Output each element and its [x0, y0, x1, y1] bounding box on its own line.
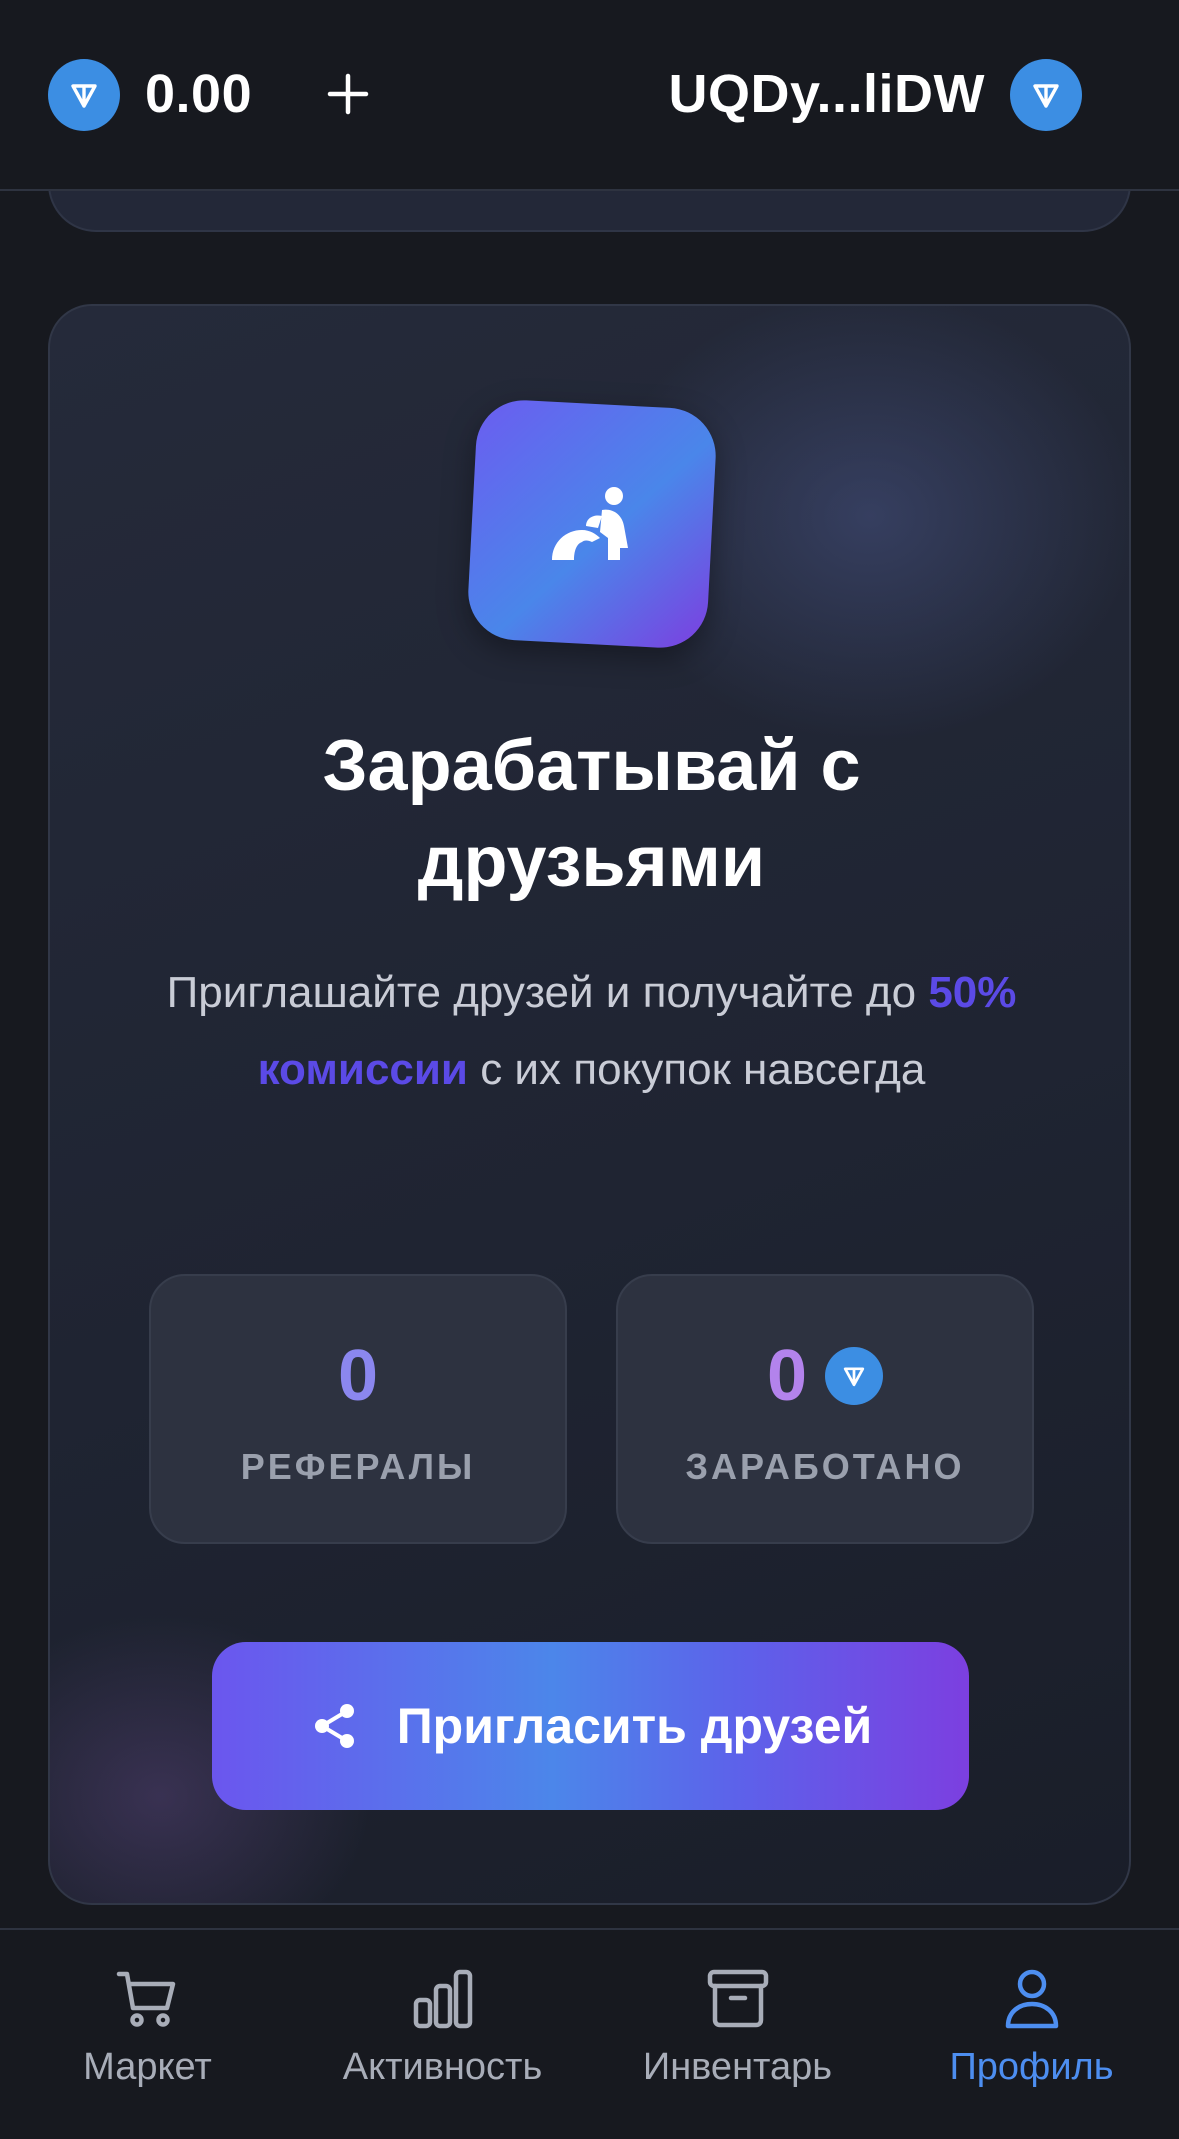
referral-hero-icon [465, 397, 719, 651]
invite-friends-button[interactable]: Пригласить друзей [212, 1642, 969, 1810]
balance-amount: 0.00 [145, 64, 253, 124]
wallet-address[interactable]: UQDy...liDW [668, 58, 985, 130]
nav-item-market[interactable]: Маркет [0, 1930, 295, 2139]
description-text-end: с их покупок навсегда [467, 1045, 926, 1094]
invite-button-label: Пригласить друзей [396, 1698, 873, 1754]
nav-item-activity[interactable]: Активность [295, 1930, 590, 2139]
bar-chart-icon [413, 1969, 472, 2029]
description-text-start: Приглашайте друзей и получайте до [166, 968, 929, 1017]
referral-card: Зарабатывай с друзьями Приглашайте друзе… [48, 304, 1131, 1905]
nav-label-inventory: Инвентарь [642, 2046, 833, 2088]
nav-item-inventory[interactable]: Инвентарь [590, 1930, 885, 2139]
card-description: Приглашайте друзей и получайте до 50% ко… [140, 954, 1043, 1108]
nav-label-activity: Активность [342, 2046, 543, 2088]
referral-page: 0.00 UQDy...liDW Зарабатывай с друзьями … [0, 0, 1179, 2139]
ton-coin-icon [825, 1347, 884, 1405]
cart-icon [116, 1971, 175, 2027]
plus-icon [327, 73, 369, 115]
share-icon [314, 1704, 354, 1748]
bottom-nav: Маркет Активность Инвентарь Профиль [0, 1928, 1179, 2139]
user-icon [1005, 1969, 1058, 2029]
earned-label: ЗАРАБОТАНО [685, 1446, 965, 1487]
card-title: Зарабатывай с друзьями [322, 726, 861, 902]
earned-stat: 0 ЗАРАБОТАНО [616, 1274, 1034, 1544]
nav-label-market: Маркет [83, 2046, 212, 2088]
helping-hand-icon [552, 487, 628, 560]
referrals-count: 0 [337, 1336, 379, 1416]
earned-amount: 0 [766, 1336, 808, 1416]
referrals-stat: 0 РЕФЕРАЛЫ [149, 1274, 567, 1544]
ton-coin-icon [48, 59, 120, 131]
top-bar: 0.00 UQDy...liDW [0, 0, 1179, 191]
referrals-label: РЕФЕРАЛЫ [240, 1446, 476, 1487]
ton-wallet-icon[interactable] [1010, 59, 1082, 131]
nav-label-profile: Профиль [949, 2046, 1114, 2088]
add-funds-button[interactable] [318, 58, 378, 130]
archive-box-icon [707, 1969, 768, 2028]
nav-item-profile[interactable]: Профиль [884, 1930, 1179, 2139]
